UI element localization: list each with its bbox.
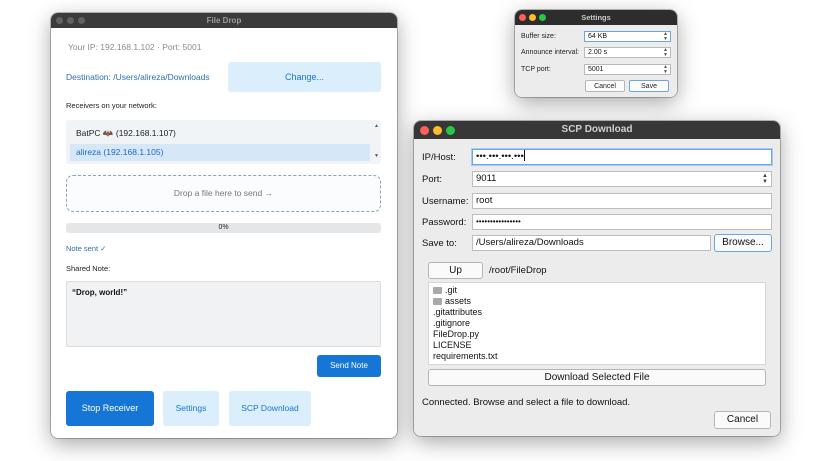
shared-note-textarea[interactable]: “Drop, world!” (66, 281, 381, 347)
host-label: IP/Host: (422, 152, 456, 163)
up-button[interactable]: Up (428, 262, 483, 279)
password-label: Password: (422, 217, 467, 228)
send-note-button[interactable]: Send Note (317, 355, 381, 377)
tcp-port-field[interactable]: 5001 ▲ ▼ (584, 64, 671, 75)
list-item-file[interactable]: .gitignore (433, 318, 470, 329)
drop-zone[interactable]: Drop a file here to send → (66, 175, 381, 212)
shared-note-label: Shared Note: (66, 264, 111, 273)
change-destination-button[interactable]: Change... (228, 62, 381, 92)
close-button[interactable] (56, 17, 63, 24)
announce-interval-value: 2.00 s (588, 49, 608, 56)
buffer-size-label: Buffer size: (521, 33, 556, 40)
close-button[interactable] (519, 14, 526, 21)
settings-button[interactable]: Settings (163, 391, 219, 426)
tcp-port-value: 5001 (588, 66, 604, 73)
minimize-button[interactable] (433, 126, 442, 135)
list-item-file[interactable]: LICENSE (433, 340, 472, 351)
stepper-arrows-icon[interactable]: ▲ ▼ (663, 65, 668, 75)
scp-titlebar[interactable]: SCP Download (414, 121, 780, 139)
zoom-button[interactable] (78, 17, 85, 24)
list-item-file[interactable]: .gitattributes (433, 307, 482, 318)
tcp-port-label: TCP port: (521, 66, 551, 73)
username-input[interactable]: root (472, 193, 772, 209)
download-selected-button[interactable]: Download Selected File (428, 369, 766, 386)
stepper-arrows-icon[interactable]: ▲ ▼ (663, 48, 668, 58)
buffer-size-value: 64 KB (588, 33, 608, 40)
drop-zone-label: Drop a file here to send → (173, 188, 274, 198)
close-button[interactable] (420, 126, 429, 135)
file-name: .git (445, 285, 458, 295)
list-item-folder[interactable]: assets (433, 296, 471, 307)
zoom-button[interactable] (446, 126, 455, 135)
port-input[interactable]: 9011 ▲ ▼ (472, 171, 772, 187)
list-item-folder[interactable]: .git (433, 285, 457, 296)
window-title: File Drop (206, 16, 242, 25)
password-input[interactable]: •••••••••••••••• (472, 214, 772, 230)
scp-download-window: SCP Download IP/Host: •••.•••.•••.••• Po… (414, 121, 780, 436)
username-label: Username: (422, 196, 469, 207)
list-item-receiver[interactable]: alireza (192.168.1.105) (70, 144, 370, 161)
progress-label: 0% (218, 224, 229, 231)
folder-icon (433, 287, 442, 294)
save-to-input[interactable]: /Users/alireza/Downloads (472, 235, 711, 251)
announce-interval-field[interactable]: 2.00 s ▲ ▼ (584, 47, 671, 58)
receivers-label: Receivers on your network: (66, 101, 157, 110)
port-label: Port: (422, 174, 443, 185)
minimize-button[interactable] (67, 17, 74, 24)
list-item-receiver[interactable]: BatPC 🦇 (192.168.1.107) (70, 125, 370, 142)
stop-receiver-button[interactable]: Stop Receiver (66, 391, 154, 426)
stepper-arrows-icon[interactable]: ▲ ▼ (762, 173, 768, 185)
scroll-down-arrow[interactable]: ▼ (374, 153, 379, 159)
settings-save-button[interactable]: Save (629, 80, 669, 92)
connection-status: Connected. Browse and select a file to d… (422, 397, 631, 408)
file-name: assets (445, 296, 472, 306)
scp-download-button[interactable]: SCP Download (229, 391, 311, 426)
note-status: Note sent ✓ (66, 244, 107, 253)
current-path: /root/FileDrop (489, 265, 547, 276)
remote-file-list[interactable]: .git assets .gitattributes .gitignore Fi… (428, 282, 766, 365)
scroll-up-arrow[interactable]: ▲ (374, 123, 379, 129)
zoom-button[interactable] (539, 14, 546, 21)
destination-label: Destination: /Users/alireza/Downloads (66, 72, 210, 82)
host-value: •••.•••.•••.••• (476, 151, 524, 162)
list-item-file[interactable]: FileDrop.py (433, 329, 479, 340)
file-drop-window: File Drop Your IP: 192.168.1.102 · Port:… (51, 13, 397, 438)
progress-bar: 0% (66, 223, 381, 233)
host-input[interactable]: •••.•••.•••.••• (472, 149, 772, 165)
ip-port-label: Your IP: 192.168.1.102 · Port: 5001 (68, 42, 202, 52)
file-drop-titlebar[interactable]: File Drop (51, 13, 397, 28)
settings-window: Settings Buffer size: 64 KB ▲ ▼ Announce … (515, 10, 677, 97)
save-to-label: Save to: (422, 238, 457, 249)
text-cursor (523, 150, 525, 161)
save-to-value: /Users/alireza/Downloads (476, 237, 584, 248)
minimize-button[interactable] (529, 14, 536, 21)
receivers-list[interactable]: BatPC 🦇 (192.168.1.107) alireza (192.168… (66, 120, 381, 164)
scp-cancel-button[interactable]: Cancel (714, 411, 771, 429)
password-value: •••••••••••••••• (476, 217, 521, 226)
folder-icon (433, 298, 442, 305)
stepper-arrows-icon[interactable]: ▲ ▼ (663, 32, 668, 42)
list-item-file[interactable]: requirements.txt (433, 351, 498, 362)
window-title: Settings (581, 13, 611, 22)
announce-interval-label: Announce interval: (521, 49, 579, 56)
port-value: 9011 (476, 173, 497, 184)
browse-button[interactable]: Browse... (714, 234, 772, 252)
settings-cancel-button[interactable]: Cancel (585, 80, 625, 92)
username-value: root (476, 195, 493, 206)
buffer-size-field[interactable]: 64 KB ▲ ▼ (584, 31, 671, 42)
window-title: SCP Download (561, 124, 633, 135)
note-text: “Drop, world!” (72, 288, 128, 297)
